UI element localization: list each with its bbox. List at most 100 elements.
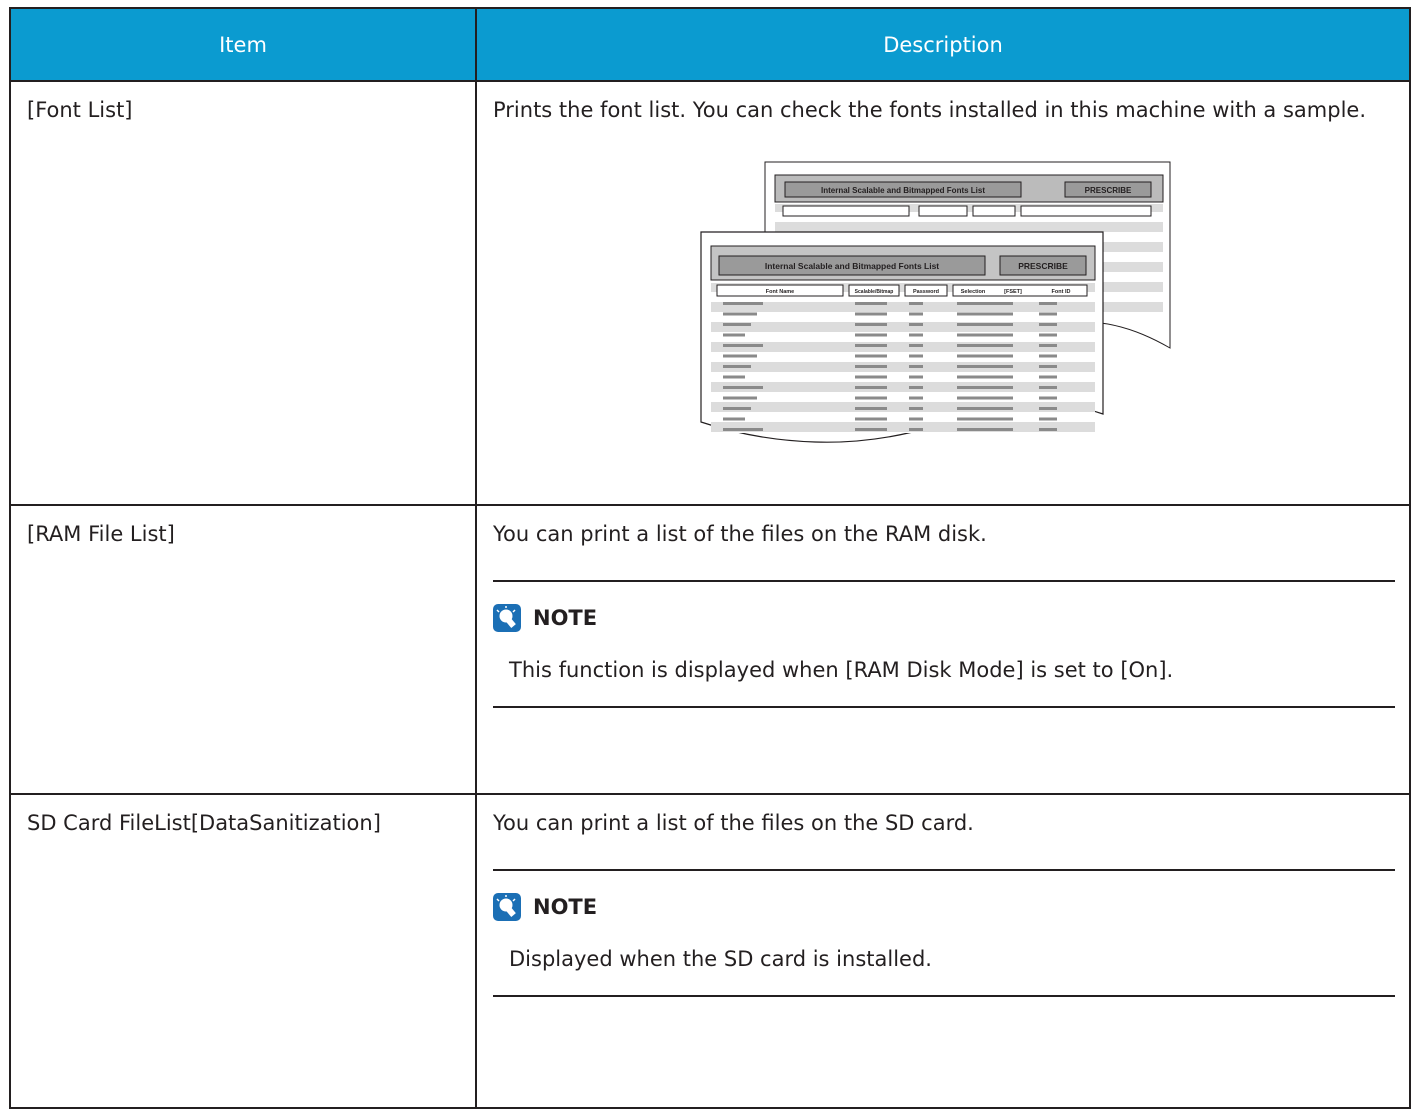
sample-row-placeholder — [909, 386, 923, 389]
sample-row-placeholder — [1039, 396, 1057, 400]
sample-row-placeholder — [1039, 428, 1057, 431]
lightbulb-note-icon — [493, 893, 521, 921]
sample-row-placeholder — [957, 428, 1013, 431]
header-item: Item — [9, 7, 477, 82]
sample-row-placeholder — [723, 365, 751, 368]
note-box: NOTE This function is displayed when [RA… — [493, 580, 1395, 708]
sample-row-placeholder — [1039, 333, 1057, 337]
sample-row-placeholder — [1039, 302, 1057, 305]
sample-row-placeholder — [909, 302, 923, 305]
note-box: NOTE Displayed when the SD card is insta… — [493, 869, 1395, 997]
sample-row-placeholder — [855, 365, 887, 368]
sample-row-placeholder — [957, 354, 1013, 358]
sample-row-placeholder — [957, 407, 1013, 410]
description-text: You can print a list of the files on the… — [493, 811, 974, 835]
sample-row-placeholder — [723, 428, 763, 431]
note-header: NOTE — [493, 871, 1395, 943]
sample-row-placeholder — [855, 344, 887, 347]
table-row: [RAM File List] You can print a list of … — [9, 504, 1411, 795]
item-ram-file-list: [RAM File List] — [9, 504, 477, 795]
note-title: NOTE — [533, 606, 598, 630]
note-title: NOTE — [533, 895, 598, 919]
item-label: SD Card FileList[DataSanitization] — [27, 811, 381, 835]
sample-row-placeholder — [957, 386, 1013, 389]
col-selection: Selection — [961, 289, 986, 295]
item-label: [Font List] — [27, 98, 133, 122]
sample-row-placeholder — [723, 323, 751, 326]
description-cell: You can print a list of the files on the… — [475, 504, 1411, 795]
col-font-id: Font ID — [1052, 289, 1071, 295]
front-page-badge: PRESCRIBE — [1018, 261, 1068, 271]
sample-row-placeholder — [723, 312, 757, 316]
col-scalable-bitmap: Scalable/Bitmap — [855, 289, 894, 295]
sample-row-placeholder — [723, 302, 763, 305]
sample-row-placeholder — [909, 333, 923, 337]
sample-row-placeholder — [1039, 312, 1057, 316]
sample-row-placeholder — [855, 354, 887, 358]
sample-row-placeholder — [957, 365, 1013, 368]
sample-row-placeholder — [723, 354, 757, 358]
sample-row-placeholder — [723, 344, 763, 347]
sample-row-placeholder — [855, 375, 887, 379]
sample-row-placeholder — [1039, 323, 1057, 326]
sample-row-placeholder — [855, 417, 887, 421]
col-font-name: Font Name — [766, 289, 794, 295]
sample-row-placeholder — [723, 417, 745, 421]
sample-row-placeholder — [1039, 365, 1057, 368]
sample-row-placeholder — [1039, 407, 1057, 410]
description-cell: Prints the font list. You can check the … — [475, 80, 1411, 506]
description-text: You can print a list of the files on the… — [493, 522, 987, 546]
sample-row-placeholder — [957, 323, 1013, 326]
sample-row-placeholder — [723, 386, 763, 389]
sample-row-placeholder — [855, 386, 887, 389]
sample-row-placeholder — [957, 396, 1013, 400]
sample-row-placeholder — [909, 375, 923, 379]
description-text: Prints the font list. You can check the … — [493, 98, 1366, 122]
item-sd-card-file-list: SD Card FileList[DataSanitization] — [9, 793, 477, 1109]
table-row: SD Card FileList[DataSanitization] You c… — [9, 793, 1411, 1109]
col-fset: [FSET] — [1004, 289, 1022, 295]
sample-row-placeholder — [723, 375, 745, 379]
sample-row-placeholder — [909, 428, 923, 431]
sample-row-placeholder — [957, 344, 1013, 347]
front-page-title: Internal Scalable and Bitmapped Fonts Li… — [765, 261, 939, 271]
col-password: Password — [913, 289, 939, 295]
sample-row-placeholder — [957, 417, 1013, 421]
sample-row-placeholder — [723, 396, 757, 400]
sample-row-placeholder — [909, 354, 923, 358]
sample-row-placeholder — [957, 333, 1013, 337]
item-label: [RAM File List] — [27, 522, 175, 546]
sample-row-placeholder — [1039, 375, 1057, 379]
sample-row-placeholder — [909, 407, 923, 410]
sample-row-placeholder — [957, 302, 1013, 305]
back-page-title: Internal Scalable and Bitmapped Fonts Li… — [821, 186, 985, 195]
sample-row-placeholder — [855, 428, 887, 431]
sample-row-placeholder — [909, 417, 923, 421]
note-header: NOTE — [493, 582, 1395, 654]
sample-row-placeholder — [1039, 344, 1057, 347]
sample-row-placeholder — [723, 333, 745, 337]
sample-row-placeholder — [909, 312, 923, 316]
table-row: [Font List] Prints the font list. You ca… — [9, 80, 1411, 506]
sample-row-placeholder — [909, 396, 923, 400]
sample-row-placeholder — [855, 333, 887, 337]
front-page: Internal Scalable and Bitmapped Fonts Li… — [700, 231, 1104, 443]
sample-row-placeholder — [855, 302, 887, 305]
sample-row-placeholder — [855, 323, 887, 326]
header-description: Description — [475, 7, 1411, 82]
sample-row-placeholder — [909, 344, 923, 347]
sample-row-placeholder — [855, 396, 887, 400]
sample-row-placeholder — [909, 323, 923, 326]
lightbulb-note-icon — [493, 604, 521, 632]
note-body: This function is displayed when [RAM Dis… — [509, 658, 1174, 682]
sample-row-placeholder — [909, 365, 923, 368]
settings-table: Item Description [Font List] Prints the … — [9, 7, 1411, 1109]
sample-row-placeholder — [855, 312, 887, 316]
sample-row-placeholder — [723, 407, 751, 410]
sample-row-placeholder — [957, 312, 1013, 316]
back-page-badge: PRESCRIBE — [1085, 186, 1132, 195]
sample-row-placeholder — [957, 375, 1013, 379]
table-header-row: Item Description — [9, 7, 1411, 82]
sample-row-placeholder — [1039, 417, 1057, 421]
item-font-list: [Font List] — [9, 80, 477, 506]
